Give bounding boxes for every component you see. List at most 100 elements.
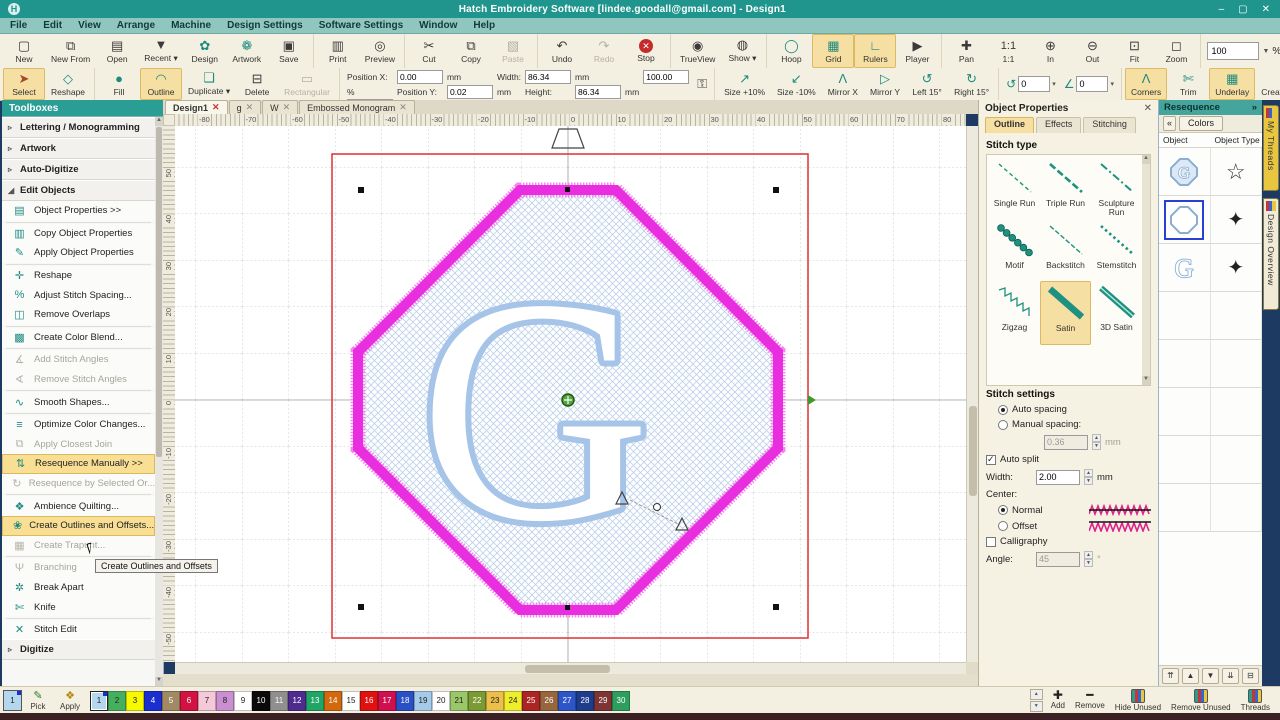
rulers-button[interactable]: ∟Rulers	[854, 34, 896, 68]
auto-spacing-radio[interactable]: Auto spacing	[998, 404, 1151, 415]
open-button[interactable]: ▤Open	[96, 34, 138, 68]
doc-tab-w[interactable]: W✕	[262, 100, 298, 114]
resequence-row-3[interactable]: G✦	[1159, 244, 1262, 292]
width-pct-input[interactable]	[643, 70, 689, 84]
design-button[interactable]: ✿Design	[184, 34, 226, 68]
preview-button[interactable]: ◎Preview	[359, 34, 401, 68]
size-10-button[interactable]: ↙Size -10%	[771, 68, 822, 100]
color-swatch-15[interactable]: 15	[342, 691, 360, 711]
copy-button[interactable]: ⧉Copy	[450, 34, 492, 68]
delete-object-button[interactable]: ⊟	[1242, 668, 1259, 684]
pan-button[interactable]: ✚Pan	[945, 34, 987, 68]
show-button[interactable]: ◍Show ▾	[721, 34, 763, 68]
color-swatch-2[interactable]: 2	[108, 691, 126, 711]
stitch-type-sculpture-run[interactable]: Sculpture Run	[1091, 157, 1142, 219]
manual-spacing-field[interactable]: ▲▼ mm	[1044, 434, 1151, 450]
collapse-icon[interactable]: »	[1252, 102, 1257, 113]
manual-spacing-radio[interactable]: Manual spacing:	[998, 419, 1151, 430]
current-color-swatch[interactable]: 1	[3, 690, 22, 711]
tab-design-overview[interactable]: Design Overview	[1263, 198, 1279, 310]
right-15-button[interactable]: ↻Right 15°	[948, 68, 995, 100]
tool-copy-object-properties[interactable]: ▥Copy Object Properties	[2, 224, 155, 244]
stitch-type-motif[interactable]: Motif	[989, 219, 1040, 281]
grid-button[interactable]: ▦Grid	[812, 34, 854, 68]
tool-stitch-edit[interactable]: ✕Stitch Edit	[2, 620, 155, 640]
calligraphy-checkbox[interactable]: Calligraphy	[986, 536, 1151, 547]
color-swatch-1[interactable]: 1	[90, 691, 108, 711]
resequence-row-1[interactable]: G☆	[1159, 148, 1262, 196]
color-swatch-6[interactable]: 6	[180, 691, 198, 711]
color-swatch-12[interactable]: 12	[288, 691, 306, 711]
auto-split-checkbox[interactable]: Auto split	[986, 454, 1151, 465]
color-swatch-23[interactable]: 23	[486, 691, 504, 711]
cut-button[interactable]: ✂Cut	[408, 34, 450, 68]
new-button[interactable]: ▢New	[3, 34, 45, 68]
zoom-percent-field[interactable]: ▼%	[1201, 34, 1280, 68]
menu-arrange[interactable]: Arrange	[117, 20, 155, 31]
tool-adjust-stitch-spacing[interactable]: %Adjust Stitch Spacing...	[2, 285, 155, 305]
color-swatch-9[interactable]: 9	[234, 691, 252, 711]
color-swatch-22[interactable]: 22	[468, 691, 486, 711]
toolbox-edit-objects[interactable]: ◢Edit Objects	[2, 180, 155, 201]
tool-remove-overlaps[interactable]: ◫Remove Overlaps	[2, 305, 155, 325]
tool-add-stitch-angles[interactable]: ∡Add Stitch Angles	[2, 350, 155, 370]
minimize-icon[interactable]: –	[1219, 4, 1225, 15]
maximize-icon[interactable]: ▢	[1238, 4, 1247, 15]
color-swatch-4[interactable]: 4	[144, 691, 162, 711]
octagon-outline-thumbnail[interactable]	[1165, 201, 1203, 239]
color-swatch-14[interactable]: 14	[324, 691, 342, 711]
doc-tab-design1[interactable]: Design1✕	[165, 100, 228, 114]
tool-create-outlines-and-offsets[interactable]: ❀Create Outlines and Offsets...	[2, 516, 155, 536]
doc-tab-g[interactable]: g✕	[229, 100, 262, 114]
underlay-button[interactable]: ▦Underlay	[1209, 68, 1255, 100]
color-swatch-25[interactable]: 25	[522, 691, 540, 711]
tool-create-color-blend[interactable]: ▩Create Color Blend...	[2, 328, 155, 348]
center-offset-radio[interactable]: Offset	[998, 520, 1151, 532]
letter-g-thumbnail[interactable]: G	[1165, 249, 1203, 287]
print-button[interactable]: ▥Print	[317, 34, 359, 68]
color-swatch-21[interactable]: 21	[450, 691, 468, 711]
close-icon[interactable]: ✕	[1144, 103, 1152, 114]
stitch-type-single-run[interactable]: Single Run	[989, 157, 1040, 219]
left-15-button[interactable]: ↺Left 15°	[906, 68, 948, 100]
player-button[interactable]: ▶Player	[896, 34, 938, 68]
color-swatch-7[interactable]: 7	[198, 691, 216, 711]
tool-apply-closest-join[interactable]: ⧉Apply Closest Join	[2, 435, 155, 455]
tab-outline[interactable]: Outline	[985, 117, 1034, 133]
resequence-row-2[interactable]: ✦	[1159, 196, 1262, 244]
rectangular-button[interactable]: ▭Rectangular	[278, 68, 336, 100]
color-swatch-18[interactable]: 18	[396, 691, 414, 711]
apply-color-button[interactable]: ❖ Apply	[54, 691, 86, 711]
toolbox-digitize[interactable]: ▹Digitize	[2, 639, 155, 660]
size-10-button[interactable]: ↗Size +10%	[718, 68, 771, 100]
menu-help[interactable]: Help	[473, 20, 495, 31]
rewind-icon[interactable]: «	[1163, 116, 1176, 131]
stitch-type-backstitch[interactable]: Backstitch	[1040, 219, 1091, 281]
move-down-button[interactable]: ▼	[1202, 668, 1219, 684]
tool-apply-object-properties[interactable]: ✎Apply Object Properties	[2, 243, 155, 263]
tool-break-apart[interactable]: ✲Break Apart	[2, 578, 155, 598]
palette-spinner[interactable]: ▲▼	[1030, 689, 1043, 712]
color-swatch-27[interactable]: 27	[558, 691, 576, 711]
design-canvas[interactable]: G	[175, 126, 966, 662]
redo-button[interactable]: ↷Redo	[583, 34, 625, 68]
position-y-input[interactable]	[447, 85, 493, 99]
height-input[interactable]	[575, 85, 621, 99]
paste-button[interactable]: ▧Paste	[492, 34, 534, 68]
create-motif-button[interactable]: ✾Create Motif...	[1255, 68, 1280, 100]
color-swatch-28[interactable]: 28	[576, 691, 594, 711]
threads-button[interactable]: Threads	[1241, 689, 1270, 712]
mirror-x-button[interactable]: ΛMirror X	[822, 68, 864, 100]
in-button[interactable]: ⊕In	[1029, 34, 1071, 68]
1-1-button[interactable]: 1:11:1	[987, 34, 1029, 68]
color-swatch-5[interactable]: 5	[162, 691, 180, 711]
close-tab-icon[interactable]: ✕	[283, 102, 291, 113]
color-swatch-20[interactable]: 20	[432, 691, 450, 711]
tool-optimize-color-changes[interactable]: ≡Optimize Color Changes...	[2, 415, 155, 435]
tool-reshape[interactable]: ✛Reshape	[2, 266, 155, 286]
color-swatch-13[interactable]: 13	[306, 691, 324, 711]
add-button[interactable]: ✚Add	[1051, 689, 1065, 712]
menu-edit[interactable]: Edit	[43, 20, 62, 31]
trim-button[interactable]: ✄Trim	[1167, 68, 1209, 100]
toolbox-lettering-monogramming[interactable]: ▹Lettering / Monogramming	[2, 117, 155, 138]
